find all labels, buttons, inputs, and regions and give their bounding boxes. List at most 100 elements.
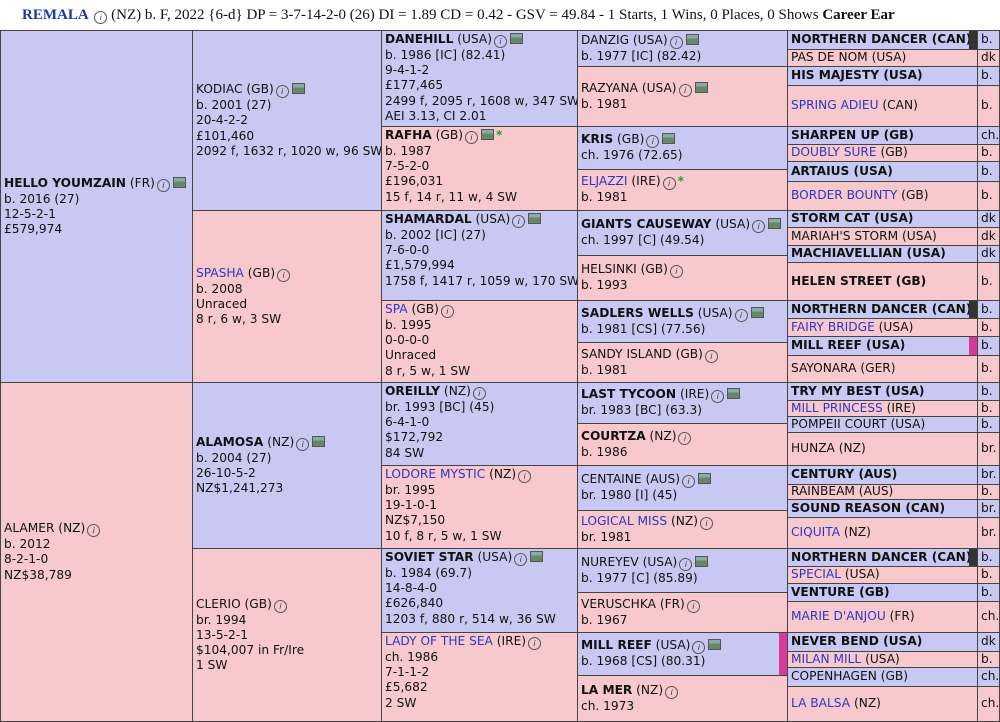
info-icon[interactable]: i — [518, 470, 532, 483]
info-icon[interactable]: i — [514, 553, 528, 566]
info-icon[interactable]: i — [681, 475, 695, 489]
info-icon[interactable]: i — [665, 685, 679, 699]
horse-name-link[interactable]: RAZYANA — [581, 81, 638, 95]
photo-icon[interactable] — [708, 639, 722, 651]
info-icon[interactable]: i — [440, 305, 454, 318]
horse-name-link[interactable]: MACHIAVELLIAN — [791, 246, 902, 260]
info-icon[interactable]: i — [699, 516, 713, 530]
info-icon[interactable]: i — [646, 135, 660, 149]
horse-name-link[interactable]: MILL REEF — [581, 638, 652, 652]
horse-name-link[interactable]: COURTZA — [581, 429, 646, 443]
horse-name-link[interactable]: SAYONARA — [791, 361, 857, 375]
info-icon[interactable]: i — [512, 215, 526, 228]
horse-name-link[interactable]: NORTHERN DANCER — [791, 550, 927, 564]
horse-name-link[interactable]: COPENHAGEN — [791, 669, 877, 683]
horse-name-link[interactable]: LOGICAL MISS — [581, 514, 667, 528]
horse-name-link[interactable]: SADLERS WELLS — [581, 306, 694, 320]
horse-name-link[interactable]: CIQUITA — [791, 525, 840, 539]
horse-name-link[interactable]: SHARPEN UP — [791, 128, 879, 142]
info-icon[interactable]: i — [296, 437, 310, 451]
horse-name-link[interactable]: CENTAINE — [581, 472, 642, 486]
horse-name-link[interactable]: FAIRY BRIDGE — [791, 320, 875, 334]
horse-name-link[interactable]: RAFHA — [385, 128, 432, 142]
horse-name-link[interactable]: VERUSCHKA — [581, 597, 656, 611]
photo-icon[interactable] — [662, 133, 676, 145]
horse-name-link[interactable]: VENTURE — [791, 585, 855, 599]
info-icon[interactable]: i — [669, 265, 683, 279]
horse-name-link[interactable]: REMALA — [22, 7, 89, 23]
photo-icon[interactable] — [480, 129, 494, 140]
horse-name-link[interactable]: MILL PRINCESS — [791, 401, 883, 415]
info-icon[interactable]: i — [669, 35, 683, 49]
horse-name-link[interactable]: SOVIET STAR — [385, 550, 474, 564]
horse-name-link[interactable]: SPRING ADIEU — [791, 98, 879, 112]
horse-name-link[interactable]: BORDER BOUNTY — [791, 188, 897, 202]
horse-name-link[interactable]: LA BALSA — [791, 696, 850, 710]
info-icon[interactable]: i — [704, 349, 718, 363]
photo-icon[interactable] — [312, 435, 326, 447]
horse-name-link[interactable]: SPASHA — [196, 266, 244, 280]
horse-name-link[interactable]: DANZIG — [581, 33, 629, 47]
info-icon[interactable]: i — [275, 85, 289, 99]
info-icon[interactable]: i — [156, 178, 170, 192]
horse-name-link[interactable]: SHAMARDAL — [385, 212, 472, 226]
info-icon[interactable]: i — [464, 131, 478, 144]
horse-name-link[interactable]: MILAN MILL — [791, 652, 861, 666]
horse-name-link[interactable]: HELSINKI — [581, 262, 637, 276]
info-icon[interactable]: i — [679, 557, 693, 571]
info-icon[interactable]: i — [711, 390, 725, 404]
horse-name-link[interactable]: HIS MAJESTY — [791, 68, 879, 82]
info-icon[interactable]: i — [94, 11, 108, 24]
horse-name-link[interactable]: NORTHERN DANCER — [791, 32, 927, 46]
photo-icon[interactable] — [727, 388, 741, 400]
horse-name-link[interactable]: ARTAIUS — [791, 164, 849, 178]
horse-name-link[interactable]: DOUBLY SURE — [791, 145, 877, 159]
info-icon[interactable]: i — [678, 83, 692, 97]
horse-name-link[interactable]: POMPEII COURT — [791, 417, 887, 431]
photo-icon[interactable] — [768, 218, 782, 230]
horse-name-link[interactable]: MARIE D'ANJOU — [791, 609, 886, 623]
info-icon[interactable]: i — [472, 387, 486, 400]
horse-name-link[interactable]: ALAMER — [4, 521, 54, 535]
photo-icon[interactable] — [697, 473, 711, 485]
horse-name-link[interactable]: TRY MY BEST — [791, 384, 881, 398]
info-icon[interactable]: i — [678, 431, 692, 445]
horse-name-link[interactable]: DANEHILL — [385, 32, 453, 46]
photo-icon[interactable] — [695, 555, 709, 567]
info-icon[interactable]: i — [686, 599, 700, 613]
horse-name-link[interactable]: LODORE MYSTIC — [385, 467, 485, 481]
horse-name-link[interactable]: KRIS — [581, 132, 613, 146]
photo-icon[interactable] — [750, 306, 764, 318]
info-icon[interactable]: i — [662, 177, 676, 191]
horse-name-link[interactable]: NUREYEV — [581, 555, 639, 569]
horse-name-link[interactable]: HELLO YOUMZAIN — [4, 176, 126, 190]
horse-name-link[interactable]: MARIAH'S STORM — [791, 229, 898, 243]
horse-name-link[interactable]: GIANTS CAUSEWAY — [581, 217, 712, 231]
horse-name-link[interactable]: ELJAZZI — [581, 174, 628, 188]
horse-name-link[interactable]: LAST TYCOON — [581, 387, 676, 401]
horse-name-link[interactable]: RAINBEAM — [791, 485, 855, 498]
info-icon[interactable]: i — [528, 637, 542, 650]
photo-icon[interactable] — [509, 33, 523, 44]
horse-name-link[interactable]: STORM CAT — [791, 211, 870, 225]
horse-name-link[interactable]: NORTHERN DANCER — [791, 302, 927, 316]
photo-icon[interactable] — [172, 176, 186, 188]
horse-name-link[interactable]: PAS DE NOM — [791, 50, 868, 64]
horse-name-link[interactable]: SANDY ISLAND — [581, 347, 672, 361]
horse-name-link[interactable]: HELEN STREET — [791, 274, 892, 288]
photo-icon[interactable] — [528, 213, 542, 224]
photo-icon[interactable] — [685, 33, 699, 45]
horse-name-link[interactable]: CENTURY — [791, 467, 854, 481]
info-icon[interactable]: i — [493, 35, 507, 48]
horse-name-link[interactable]: MILL REEF — [791, 338, 862, 352]
info-icon[interactable]: i — [734, 308, 748, 322]
horse-name-link[interactable]: LA MER — [581, 683, 632, 697]
horse-name-link[interactable]: LADY OF THE SEA — [385, 634, 493, 648]
horse-name-link[interactable]: OREILLY — [385, 384, 440, 398]
photo-icon[interactable] — [291, 83, 305, 95]
horse-name-link[interactable]: SOUND REASON — [791, 501, 901, 515]
horse-name-link[interactable]: KODIAC — [196, 82, 243, 96]
info-icon[interactable]: i — [752, 220, 766, 234]
horse-name-link[interactable]: ALAMOSA — [196, 435, 263, 449]
horse-name-link[interactable]: NEVER BEND — [791, 634, 879, 648]
